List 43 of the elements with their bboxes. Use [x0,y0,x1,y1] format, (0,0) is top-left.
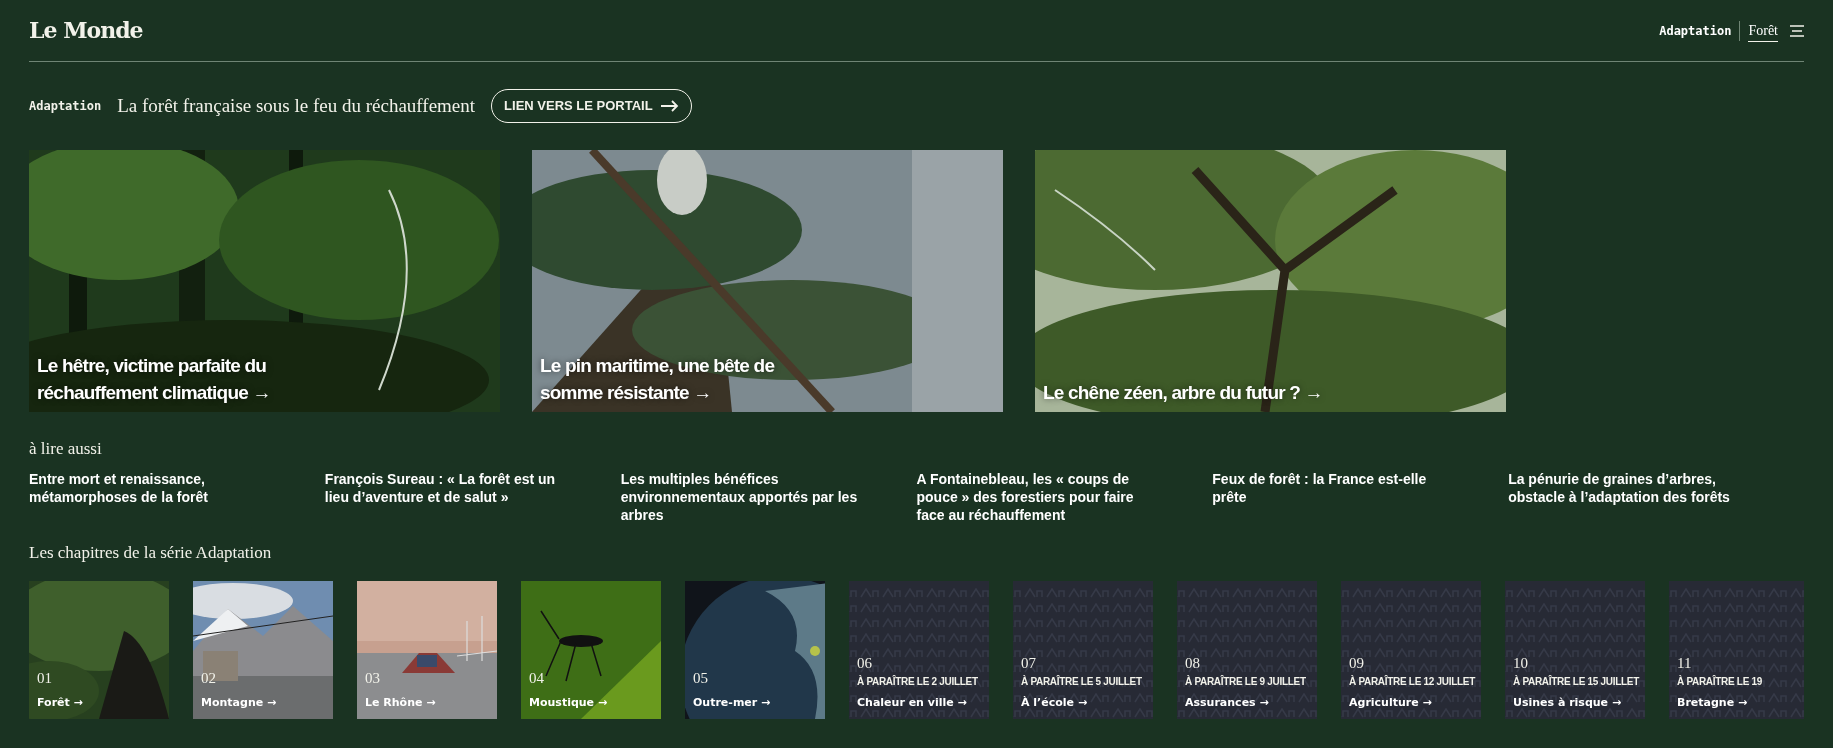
series-title: La forêt française sous le feu du réchauffement [117,93,476,118]
chapter-link[interactable]: Assurances → [1185,695,1269,712]
chapter-link[interactable]: Agriculture → [1349,695,1432,712]
chapter-number: 11 [1677,653,1693,673]
release-date: À PARAÎTRE LE 12 JUILLET [1349,674,1477,689]
release-date: À PARAÎTRE LE 19 [1677,674,1764,689]
article-link[interactable]: Les multiples bénéfices environnementaux apportés par les arbres [620,469,917,524]
chapter-link[interactable]: Forêt → [37,695,83,712]
article-link[interactable]: A Fontainebleau, les « coups de pouce » des forestiers pour faire face au réchauffement [916,469,1213,524]
article-link[interactable]: François Sureau : « La forêt est un lieu d’aventure et de salut » [324,469,621,524]
chapter-link[interactable]: À l’école → [1021,695,1088,712]
release-date: À PARAÎTRE LE 5 JUILLET [1021,674,1143,689]
release-date: À PARAÎTRE LE 15 JUILLET [1513,674,1641,689]
chapter-number: 05 [693,668,709,688]
logo[interactable]: Le Monde [29,14,143,47]
chapter-number: 08 [1185,653,1201,673]
chapter-number: 03 [365,668,381,688]
series-label: Adaptation [29,98,102,115]
release-date: À PARAÎTRE LE 2 JUILLET [857,674,979,689]
article-title-link[interactable]: Le chêne zéen, arbre du futur ? → [1043,379,1323,406]
section-heading: Les chapitres de la série Adaptation [29,541,273,564]
menu-icon[interactable] [1790,24,1804,37]
chapter-number: 10 [1513,653,1529,673]
chapter-number: 04 [529,668,545,688]
chapter-number: 02 [201,668,217,688]
article-link[interactable]: Feux de forêt : la France est-elle prête [1212,469,1509,524]
article-link[interactable]: Entre mort et renaissance, métamorphoses de la forêt [29,469,325,524]
article-title-link[interactable]: Le pin maritime, une bête de somme résistante → [540,352,840,406]
chapter-link[interactable]: Bretagne → [1677,695,1748,712]
chapter-number: 01 [37,668,53,688]
release-date: À PARAÎTRE LE 9 JUILLET [1185,674,1307,689]
article-link[interactable]: La pénurie de graines d’arbres, obstacle à l’adaptation des forêts [1508,469,1804,524]
chapter-link[interactable]: Chaleur en ville → [857,695,967,712]
chapter-number: 09 [1349,653,1365,673]
nav-link-text[interactable]: Adaptation [1659,21,1732,40]
chapter-number: 06 [857,653,873,673]
chapter-link[interactable]: Moustique → [529,695,608,712]
chapter-number: 07 [1021,653,1037,673]
arrow-icon [660,100,679,112]
section-heading: à lire aussi [29,438,103,460]
nav-link-text[interactable]: Forêt [1748,19,1778,42]
chapter-link[interactable]: Usines à risque → [1513,695,1622,712]
chapter-link[interactable]: Outre-mer → [693,695,771,712]
